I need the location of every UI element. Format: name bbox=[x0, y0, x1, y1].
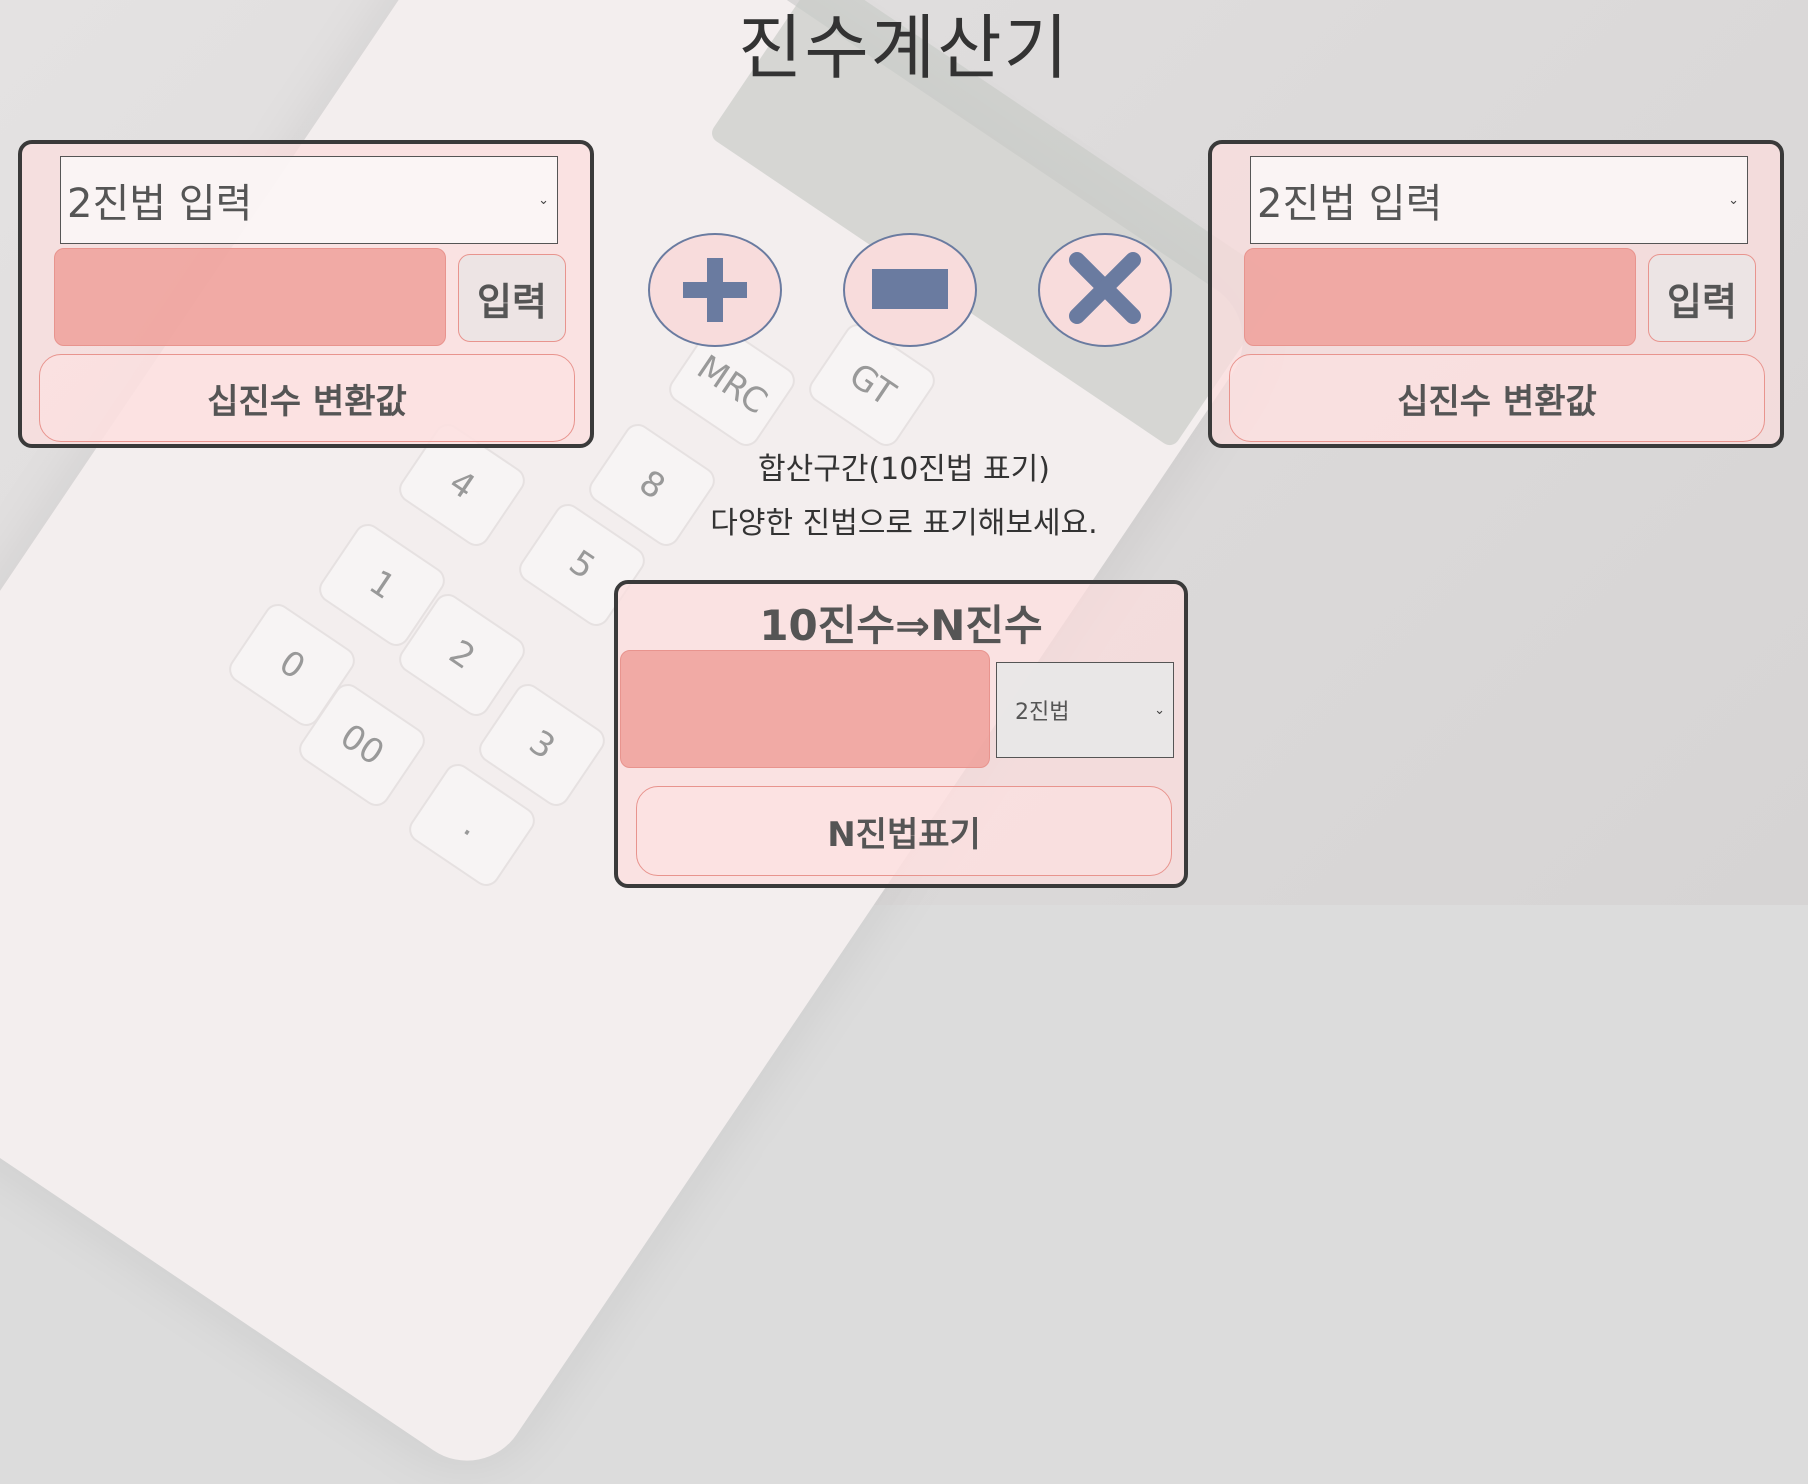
plus-button[interactable] bbox=[648, 233, 782, 347]
conversion-title: 10진수⇒N진수 bbox=[759, 601, 1043, 650]
left-input-panel: 2진법 입력 ⌄ 입력 십진수 변환값 bbox=[18, 140, 594, 448]
chevron-down-icon: ⌄ bbox=[538, 192, 549, 208]
chevron-down-icon: ⌄ bbox=[1728, 192, 1739, 208]
chevron-down-icon: ⌄ bbox=[1154, 702, 1165, 718]
left-number-input[interactable] bbox=[54, 248, 446, 346]
left-base-select[interactable]: 2진법 입력 ⌄ bbox=[60, 156, 558, 244]
target-base-select-value: 2진법 bbox=[1015, 700, 1070, 725]
right-base-select[interactable]: 2진법 입력 ⌄ bbox=[1250, 156, 1748, 244]
page-title: 진수계산기 bbox=[738, 7, 1070, 89]
right-enter-button[interactable]: 입력 bbox=[1648, 254, 1756, 342]
right-number-input[interactable] bbox=[1244, 248, 1636, 346]
left-base-select-value: 2진법 입력 bbox=[67, 181, 253, 227]
target-base-select[interactable]: 2진법 ⌄ bbox=[996, 662, 1174, 758]
multiply-icon bbox=[1069, 252, 1141, 324]
plus-icon bbox=[683, 258, 747, 322]
multiply-button[interactable] bbox=[1038, 233, 1172, 347]
right-decimal-result: 십진수 변환값 bbox=[1229, 354, 1765, 442]
sum-section-hint: 다양한 진법으로 표기해보세요. bbox=[710, 506, 1098, 541]
left-enter-button[interactable]: 입력 bbox=[458, 254, 566, 342]
left-decimal-result: 십진수 변환값 bbox=[39, 354, 575, 442]
n-base-result: N진법표기 bbox=[636, 786, 1172, 876]
minus-button[interactable] bbox=[843, 233, 977, 347]
decimal-number-input[interactable] bbox=[620, 650, 990, 768]
sum-section-label: 합산구간(10진법 표기) bbox=[758, 452, 1050, 487]
right-input-panel: 2진법 입력 ⌄ 입력 십진수 변환값 bbox=[1208, 140, 1784, 448]
right-base-select-value: 2진법 입력 bbox=[1257, 181, 1443, 227]
minus-icon bbox=[872, 269, 948, 309]
conversion-panel: 10진수⇒N진수 2진법 ⌄ N진법표기 bbox=[614, 580, 1188, 888]
